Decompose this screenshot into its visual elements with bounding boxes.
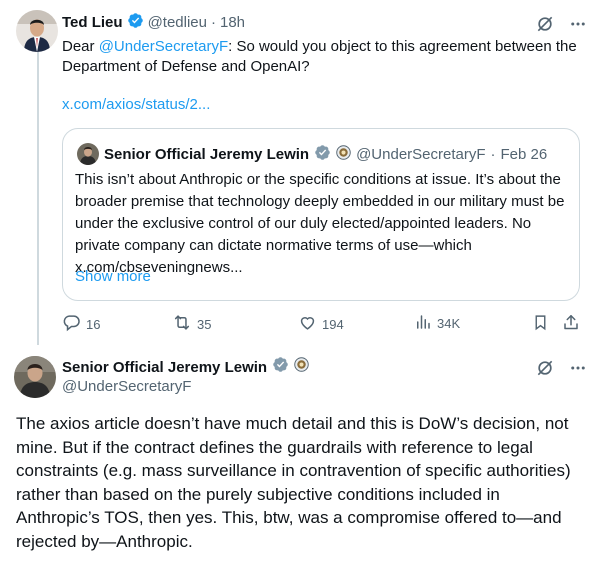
tweet1-text-prefix: Dear [62, 38, 99, 55]
verified-badge-icon [127, 12, 144, 33]
grok-icon[interactable] [535, 14, 555, 39]
quote-header: Senior Official Jeremy Lewin @UnderSecre… [77, 143, 547, 165]
retweet-count: 35 [197, 316, 212, 332]
views-count: 34K [437, 316, 461, 331]
tweet1-header: Ted Lieu @tedlieu · 18h [62, 12, 245, 33]
thread-connector-line [37, 52, 39, 345]
views-icon [414, 313, 432, 334]
tweet1-url-link[interactable]: x.com/axios/status/2... [62, 96, 210, 113]
tweet1-text: Dear @UnderSecretaryF: So would you obje… [62, 37, 577, 77]
tweet1-mention-link[interactable]: @UnderSecretaryF [99, 38, 228, 55]
reply-icon [62, 313, 81, 335]
quote-separator: · [490, 145, 496, 163]
tweet2-text: The axios article doesn’t have much deta… [16, 414, 571, 551]
quote-author-name[interactable]: Senior Official Jeremy Lewin [104, 146, 309, 163]
tweet2-handle[interactable]: @UnderSecretaryF [62, 378, 191, 395]
bookmark-icon [532, 313, 549, 335]
tweet1-handle[interactable]: @tedlieu [148, 14, 207, 31]
tweet2-top-icons [535, 358, 587, 383]
share-button[interactable] [562, 313, 580, 335]
tweet1-avatar[interactable] [16, 10, 58, 52]
more-options-icon[interactable] [569, 15, 587, 38]
tweet1-separator: · [211, 14, 216, 31]
retweet-icon [172, 313, 192, 335]
quote-avatar [77, 143, 99, 165]
quoted-tweet-card[interactable]: Senior Official Jeremy Lewin @UnderSecre… [62, 128, 580, 301]
tweet1-action-bar: 16 35 194 34K [62, 313, 582, 335]
tweet2-author-name[interactable]: Senior Official Jeremy Lewin [62, 359, 267, 376]
bookmark-button[interactable] [532, 313, 549, 335]
heart-icon [298, 313, 317, 335]
tweet2-header: Senior Official Jeremy Lewin [62, 356, 309, 378]
government-seal-icon [294, 357, 309, 377]
like-count: 194 [322, 316, 344, 332]
tweet2-avatar[interactable] [14, 356, 56, 398]
grok-icon[interactable] [535, 358, 555, 383]
quote-text: This isn’t about Anthropic or the specif… [75, 171, 565, 276]
tweet1-time[interactable]: 18h [220, 14, 245, 31]
reply-button[interactable]: 16 [62, 313, 100, 335]
gray-verified-badge-icon [272, 356, 289, 378]
more-options-icon[interactable] [569, 359, 587, 382]
reply-count: 16 [86, 316, 101, 332]
quote-handle[interactable]: @UnderSecretaryF [356, 146, 485, 163]
tweet1-author-name[interactable]: Ted Lieu [62, 14, 123, 31]
retweet-button[interactable]: 35 [172, 313, 211, 335]
government-seal-icon [336, 144, 351, 164]
quote-date[interactable]: Feb 26 [501, 146, 548, 163]
tweet1-top-icons [535, 14, 587, 39]
show-more-link[interactable]: Show more [75, 268, 151, 285]
share-icon [562, 313, 580, 335]
views-button[interactable]: 34K [414, 313, 460, 334]
like-button[interactable]: 194 [298, 313, 344, 335]
gray-verified-badge-icon [314, 144, 331, 165]
